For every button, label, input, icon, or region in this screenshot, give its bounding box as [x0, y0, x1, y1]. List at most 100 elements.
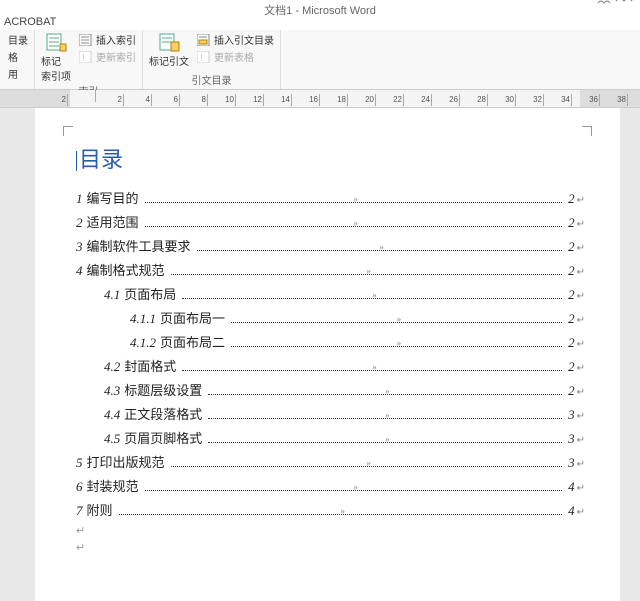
return-mark: ↵ — [577, 339, 585, 350]
return-mark: ↵ — [577, 411, 585, 422]
toc-leader — [145, 490, 563, 491]
toc-label: 封装规范 — [87, 476, 139, 495]
toc-number: 4 — [76, 263, 83, 279]
title-text: 文档1 - Microsoft Word — [264, 5, 376, 17]
toc-entry[interactable]: 4.1.2页面布局二2↵ — [70, 332, 585, 351]
return-mark: ↵ — [577, 387, 585, 398]
mark-citation-button[interactable]: 标记引文 — [149, 32, 189, 68]
toc-btn-1[interactable]: 目录 — [8, 32, 28, 47]
paragraph-mark: ↵ — [76, 541, 585, 554]
toc-page: 2 — [568, 311, 575, 327]
return-mark: ↵ — [577, 435, 585, 446]
horizontal-ruler[interactable]: 2246810121416182022242628303234363840 — [0, 90, 640, 108]
toc-leader — [197, 250, 563, 251]
toc-btn-2[interactable]: 格 — [8, 49, 28, 64]
toc-page: 2 — [568, 383, 575, 399]
update-citation-label: 更新表格 — [214, 49, 254, 64]
group-label-toc — [8, 87, 28, 89]
paragraph-mark: ↵ — [76, 524, 585, 537]
return-mark: ↵ — [577, 459, 585, 470]
update-index-label: 更新索引 — [96, 49, 136, 64]
toc-label: 页面布局 — [124, 284, 176, 303]
insert-index-button[interactable]: 插入索引 — [79, 32, 136, 47]
ribbon-group-index: 标记 索引项 插入索引 ! 更新索引 索引 — [35, 30, 143, 89]
return-mark: ↵ — [577, 195, 585, 206]
toc-entry[interactable]: 2适用范围2↵ — [70, 212, 585, 231]
insert-citation-label: 插入引文目录 — [214, 32, 274, 47]
insert-citation-icon — [197, 34, 211, 46]
toc-entry[interactable]: 4.2封面格式2↵ — [70, 356, 585, 375]
insert-citation-toc-button[interactable]: 插入引文目录 — [197, 32, 274, 47]
group-label-citation: 引文目录 — [149, 72, 274, 89]
toc-entry[interactable]: 5打印出版规范 3↵ — [70, 452, 585, 471]
ruler-ticks: 2246810121416182022242628303234363840 — [40, 90, 640, 107]
toc-number: 4.5 — [104, 431, 120, 447]
toc-number: 4.4 — [104, 407, 120, 423]
return-mark: ↵ — [577, 483, 585, 494]
toc-page: 2 — [568, 215, 575, 231]
mark-index-label: 标记 索引项 — [41, 53, 71, 83]
toc-entry[interactable]: 4.5页眉页脚格式 3↵ — [70, 428, 585, 447]
toc-leader — [231, 322, 562, 323]
toc-number: 2 — [76, 215, 83, 231]
return-mark: ↵ — [577, 315, 585, 326]
toc-leader — [119, 514, 563, 515]
toc-label: 页眉页脚格式 — [124, 428, 202, 447]
margin-corner-tr — [582, 126, 592, 136]
toc-label: 打印出版规范 — [87, 452, 165, 471]
page[interactable]: 目录 1编写目的2↵2适用范围2↵3编制软件工具要求2↵4编制格式规范2↵4.1… — [35, 108, 620, 601]
toc-number: 6 — [76, 479, 83, 495]
update-citation-icon: ! — [197, 51, 211, 63]
toc-number: 4.1.1 — [130, 311, 156, 327]
toc-number: 4.1.2 — [130, 335, 156, 351]
toc-label: 适用范围 — [87, 212, 139, 231]
return-mark: ↵ — [577, 363, 585, 374]
toc-entry[interactable]: 4编制格式规范2↵ — [70, 260, 585, 279]
ribbon-group-toc-partial: 目录 格 用 — [2, 30, 35, 89]
update-index-button[interactable]: ! 更新索引 — [79, 49, 136, 64]
tab-acrobat[interactable]: ACROBAT — [4, 16, 56, 28]
mark-citation-label: 标记引文 — [149, 53, 189, 68]
toc-leader — [208, 442, 562, 443]
toc-entry[interactable]: 4.4正文段落格式3↵ — [70, 404, 585, 423]
toc-entry[interactable]: 1编写目的2↵ — [70, 188, 585, 207]
toc-number: 4.2 — [104, 359, 120, 375]
svg-text:!: ! — [82, 53, 85, 63]
toc-leader — [208, 418, 562, 419]
return-mark: ↵ — [577, 243, 585, 254]
toc-leader — [231, 346, 562, 347]
toc-page: 4 — [568, 503, 575, 519]
mark-index-entry-button[interactable]: 标记 索引项 — [41, 32, 71, 83]
toc-page: 3 — [568, 455, 575, 471]
toc-page: 3 — [568, 431, 575, 447]
svg-text:!: ! — [200, 53, 203, 63]
toc-leader — [171, 274, 563, 275]
ribbon: 目录 格 用 标记 索引项 插入索引 ! 更新索引 — [0, 30, 640, 90]
toc-number: 7 — [76, 503, 83, 519]
return-mark: ↵ — [577, 291, 585, 302]
toc-number: 4.3 — [104, 383, 120, 399]
insert-index-label: 插入索引 — [96, 32, 136, 47]
toc-page: 2 — [568, 359, 575, 375]
toc-leader — [182, 370, 562, 371]
toc-leader — [145, 226, 563, 227]
ribbon-group-citation: 标记引文 插入引文目录 ! 更新表格 引文目录 — [143, 30, 281, 89]
text-cursor — [76, 151, 77, 171]
toc-entry[interactable]: 4.3标题层级设置 2↵ — [70, 380, 585, 399]
toc-entry[interactable]: 4.1.1页面布局一2↵ — [70, 308, 585, 327]
update-citation-table-button[interactable]: ! 更新表格 — [197, 49, 274, 64]
toc-heading: 目录 — [76, 142, 585, 174]
toc-number: 5 — [76, 455, 83, 471]
toc-entry[interactable]: 7附则4↵ — [70, 500, 585, 519]
toc-entry[interactable]: 4.1页面布局2↵ — [70, 284, 585, 303]
margin-corner-tl — [63, 126, 73, 136]
toc-label: 标题层级设置 — [124, 380, 202, 399]
insert-index-icon — [79, 34, 93, 46]
return-mark: ↵ — [577, 507, 585, 518]
toc-entry[interactable]: 6封装规范4↵ — [70, 476, 585, 495]
toc-page: 2 — [568, 287, 575, 303]
toc-btn-3[interactable]: 用 — [8, 66, 28, 81]
document-area: 目录 1编写目的2↵2适用范围2↵3编制软件工具要求2↵4编制格式规范2↵4.1… — [0, 108, 640, 601]
toc-entry[interactable]: 3编制软件工具要求2↵ — [70, 236, 585, 255]
citation-icon — [158, 32, 180, 52]
